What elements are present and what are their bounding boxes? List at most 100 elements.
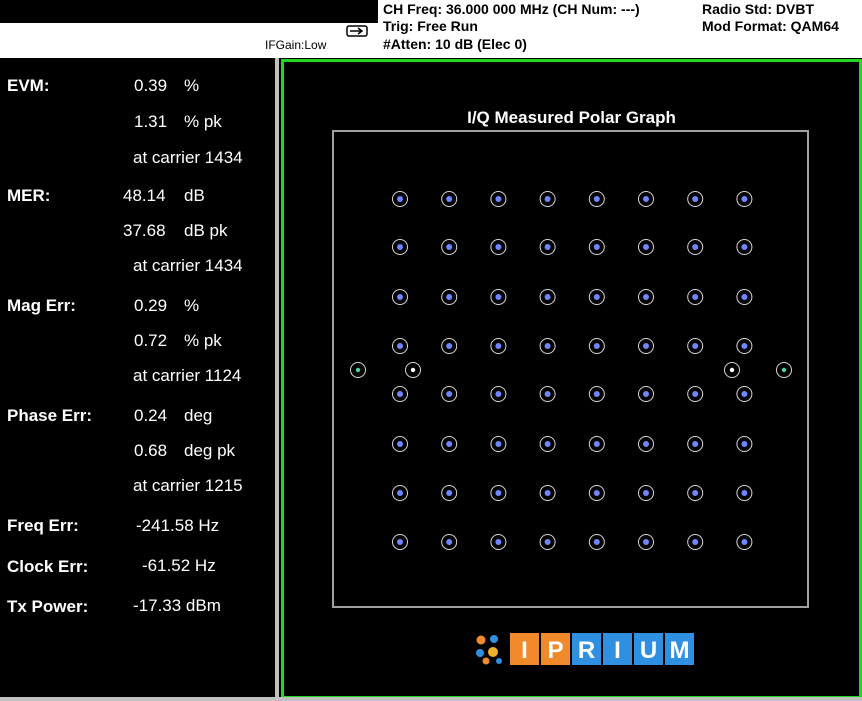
mer-pk-unit: dB pk: [184, 221, 228, 240]
constellation-point: [692, 343, 699, 349]
mer-carrier: at carrier 1434: [133, 256, 243, 275]
constellation-point: [643, 196, 649, 202]
evm-pk-unit: % pk: [184, 112, 222, 131]
constellation-point: [495, 490, 502, 496]
constellation-point: [446, 490, 453, 496]
mag-err-pk-unit: % pk: [184, 331, 222, 350]
logo-letter: P: [547, 637, 563, 664]
constellation-point: [397, 196, 403, 202]
constellation-point: [741, 244, 748, 250]
logo-letter: I: [614, 637, 621, 664]
constellation-point: [643, 490, 649, 496]
freq-err-value: -241.58 Hz: [136, 516, 220, 535]
constellation-point: [741, 490, 748, 496]
iprium-logo: IPRIUM: [476, 633, 694, 665]
constellation-point: [593, 244, 600, 250]
constellation-point: [692, 196, 699, 202]
phase-err-pk-value: 0.68: [134, 441, 168, 460]
constellation-point: [692, 441, 699, 447]
constellation-point: [397, 244, 403, 250]
constellation-point: [593, 539, 600, 545]
constellation-point: [495, 244, 502, 250]
evm-pk-value: 1.31: [134, 112, 168, 131]
ifgain-label: IFGain:Low: [265, 38, 327, 52]
constellation-point: [692, 539, 699, 545]
pilot-point-white: [729, 367, 735, 373]
constellation-point: [446, 391, 453, 397]
constellation-point: [741, 539, 748, 545]
clock-err-label: Clock Err:: [7, 557, 89, 576]
phase-err-label: Phase Err:: [7, 406, 93, 425]
pilot-point-green: [781, 367, 787, 373]
constellation-point: [741, 343, 748, 349]
constellation-point: [495, 441, 502, 447]
mer-pk-value: 37.68: [123, 221, 166, 240]
header-black-strip: [0, 0, 378, 23]
constellation-point: [692, 490, 699, 496]
constellation-point: [643, 343, 649, 349]
mer-rms-unit: dB: [184, 186, 205, 205]
mag-err-pk-value: 0.72: [134, 331, 168, 350]
logo-letter: U: [640, 637, 657, 664]
constellation-point: [643, 539, 649, 545]
radio-std-text: Radio Std: DVBT: [702, 1, 814, 17]
evm-rms-unit: %: [184, 76, 200, 95]
phase-err-pk-unit: deg pk: [184, 441, 236, 460]
constellation-point: [741, 441, 748, 447]
constellation-point: [593, 294, 600, 300]
tx-power-label: Tx Power:: [7, 597, 89, 616]
constellation-point: [397, 490, 403, 496]
constellation-point: [495, 196, 502, 202]
constellation-point: [692, 244, 699, 250]
constellation-point: [397, 539, 403, 545]
constellation-point: [446, 441, 453, 447]
atten-text: #Atten: 10 dB (Elec 0): [383, 36, 527, 52]
constellation-point: [397, 441, 403, 447]
constellation-point: [692, 391, 699, 397]
logo-letter: I: [521, 637, 528, 664]
logo-emblem-icon: [476, 635, 502, 665]
constellation-point: [397, 294, 403, 300]
constellation-point: [544, 490, 551, 496]
polar-graph-window[interactable]: I/Q Measured Polar Graph IPRIUM: [281, 59, 862, 699]
constellation-point: [593, 490, 600, 496]
mag-err-rms-value: 0.29: [134, 296, 168, 315]
constellation-point: [446, 343, 453, 349]
constellation-points: [350, 191, 792, 550]
bottom-edge: [0, 697, 862, 701]
constellation-point: [593, 391, 600, 397]
mer-rms-value: 48.14: [123, 186, 166, 205]
phase-err-rms-unit: deg: [184, 406, 213, 425]
constellation-point: [692, 294, 699, 300]
constellation-point: [495, 294, 502, 300]
logo-letter: R: [578, 637, 595, 664]
constellation-point: [741, 196, 748, 202]
ch-freq-text: CH Freq: 36.000 000 MHz (CH Num: ---): [383, 1, 640, 17]
constellation-point: [397, 391, 403, 397]
constellation-point: [446, 196, 453, 202]
constellation-point: [593, 196, 600, 202]
constellation-point: [643, 244, 649, 250]
status-header: IFGain:Low CH Freq: 36.000 000 MHz (CH N…: [0, 0, 862, 58]
constellation-plot: [332, 130, 809, 608]
constellation-point: [544, 343, 551, 349]
tx-power-value: -17.33 dBm: [133, 596, 221, 615]
phase-err-carrier: at carrier 1215: [133, 476, 243, 495]
clock-err-value: -61.52 Hz: [142, 556, 216, 575]
mod-format-text: Mod Format: QAM64: [702, 18, 839, 34]
logo-letters: IPRIUM: [510, 633, 694, 665]
constellation-point: [643, 441, 649, 447]
phase-err-rms-value: 0.24: [134, 406, 168, 425]
constellation-point: [593, 343, 600, 349]
constellation-point: [741, 391, 748, 397]
constellation-point: [495, 343, 502, 349]
mag-err-label: Mag Err:: [7, 296, 76, 315]
constellation-point: [495, 539, 502, 545]
signal-arrow-icon: [346, 25, 368, 37]
mer-label: MER:: [7, 186, 51, 205]
constellation-point: [643, 294, 649, 300]
evm-carrier: at carrier 1434: [133, 148, 243, 167]
constellation-point: [593, 441, 600, 447]
constellation-point: [446, 294, 453, 300]
constellation-point: [544, 539, 551, 545]
